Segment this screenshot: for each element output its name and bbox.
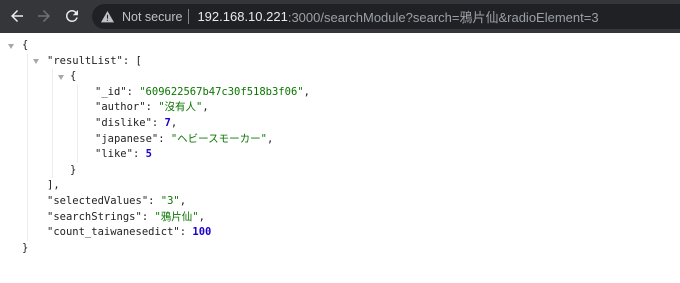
json-key: "author" — [95, 101, 146, 114]
json-number-value: 5 — [145, 148, 152, 161]
forward-button[interactable] — [35, 7, 53, 25]
json-field-line: "dislike" : 7 , — [0, 116, 680, 132]
json-field-line: "searchStrings" : "鴉片仙" , — [0, 210, 680, 226]
json-item-close-line: } — [0, 163, 680, 179]
json-key: "_id" — [95, 85, 127, 98]
json-open-brace: { — [70, 70, 77, 83]
json-comma: , — [303, 85, 310, 98]
json-field-line: "selectedValues" : "3" , — [0, 194, 680, 210]
json-string-value: "鴉片仙" — [154, 210, 199, 223]
json-string-value: "ヘビースモーカー" — [170, 132, 267, 145]
json-key: "like" — [95, 148, 133, 161]
json-field-line: "japanese" : "ヘビースモーカー" , — [0, 132, 680, 148]
json-colon: : — [148, 194, 155, 207]
json-field-line: "count_taiwanesedict" : 100 — [0, 225, 680, 241]
json-colon: : — [141, 210, 149, 223]
security-indicator[interactable]: Not secure — [101, 10, 182, 24]
address-bar[interactable]: Not secure 192.168.10.221 :3000/searchMo… — [92, 4, 680, 29]
json-string-value: "3" — [160, 194, 180, 207]
json-colon: : — [132, 148, 140, 161]
omnibox-divider — [188, 9, 190, 24]
json-colon: : — [151, 116, 159, 129]
json-string-value: "609622567b47c30f518b3f06" — [139, 85, 304, 98]
json-key: "resultList" — [47, 54, 123, 67]
json-key: "selectedValues" — [47, 194, 149, 207]
url-host: 192.168.10.221 — [197, 9, 288, 24]
json-comma: , — [179, 194, 187, 207]
url-path: :3000/searchModule?search=鴉片仙&radioEleme… — [287, 10, 599, 25]
json-number-value: 100 — [192, 226, 212, 239]
json-colon: : — [158, 132, 165, 145]
back-button[interactable] — [8, 7, 26, 25]
collapse-toggle-icon[interactable] — [33, 59, 39, 65]
json-colon: : — [126, 85, 133, 98]
json-comma: , — [198, 210, 205, 223]
collapse-toggle-icon[interactable] — [58, 74, 64, 80]
json-key: "japanese" — [95, 132, 159, 145]
json-item-open-line: { — [0, 69, 680, 85]
url-text[interactable]: 192.168.10.221 :3000/searchModule?search… — [197, 7, 598, 26]
json-root-close-line: } — [0, 241, 680, 257]
json-resultlist-close-line: ] , — [0, 178, 680, 194]
json-comma: , — [170, 116, 178, 129]
json-root-open-line: { — [0, 38, 680, 54]
json-field-line: "author" : "沒有人" , — [0, 100, 680, 116]
json-close-brace: } — [70, 163, 77, 176]
json-open-bracket: [ — [135, 54, 142, 67]
json-field-line: "like" : 5 — [0, 147, 680, 163]
json-comma: , — [202, 101, 209, 114]
json-colon: : — [179, 226, 187, 239]
reload-button[interactable] — [63, 7, 81, 25]
json-colon: : — [122, 54, 130, 67]
json-string-value: "沒有人" — [158, 101, 203, 114]
json-key: "searchStrings" — [47, 210, 142, 223]
arrow-right-icon — [38, 10, 50, 22]
json-colon: : — [145, 101, 152, 114]
browser-toolbar: Not secure 192.168.10.221 :3000/searchMo… — [0, 0, 680, 33]
collapse-toggle-icon[interactable] — [8, 43, 14, 49]
json-comma: , — [266, 132, 274, 145]
json-close-brace: } — [22, 241, 29, 254]
json-comma: , — [53, 179, 60, 192]
not-secure-label: Not secure — [122, 9, 183, 24]
json-viewer: { "resultList" : [ { "_id" : "609622567b… — [0, 38, 680, 256]
json-resultlist-line: "resultList" : [ — [0, 54, 680, 70]
json-key: "count_taiwanesedict" — [47, 226, 180, 239]
json-open-brace: { — [22, 39, 29, 51]
json-key: "dislike" — [95, 116, 152, 129]
warning-triangle-icon — [101, 10, 114, 23]
reload-icon — [66, 9, 78, 22]
json-field-line: "_id" : "609622567b47c30f518b3f06" , — [0, 85, 680, 101]
arrow-left-icon — [11, 10, 23, 22]
